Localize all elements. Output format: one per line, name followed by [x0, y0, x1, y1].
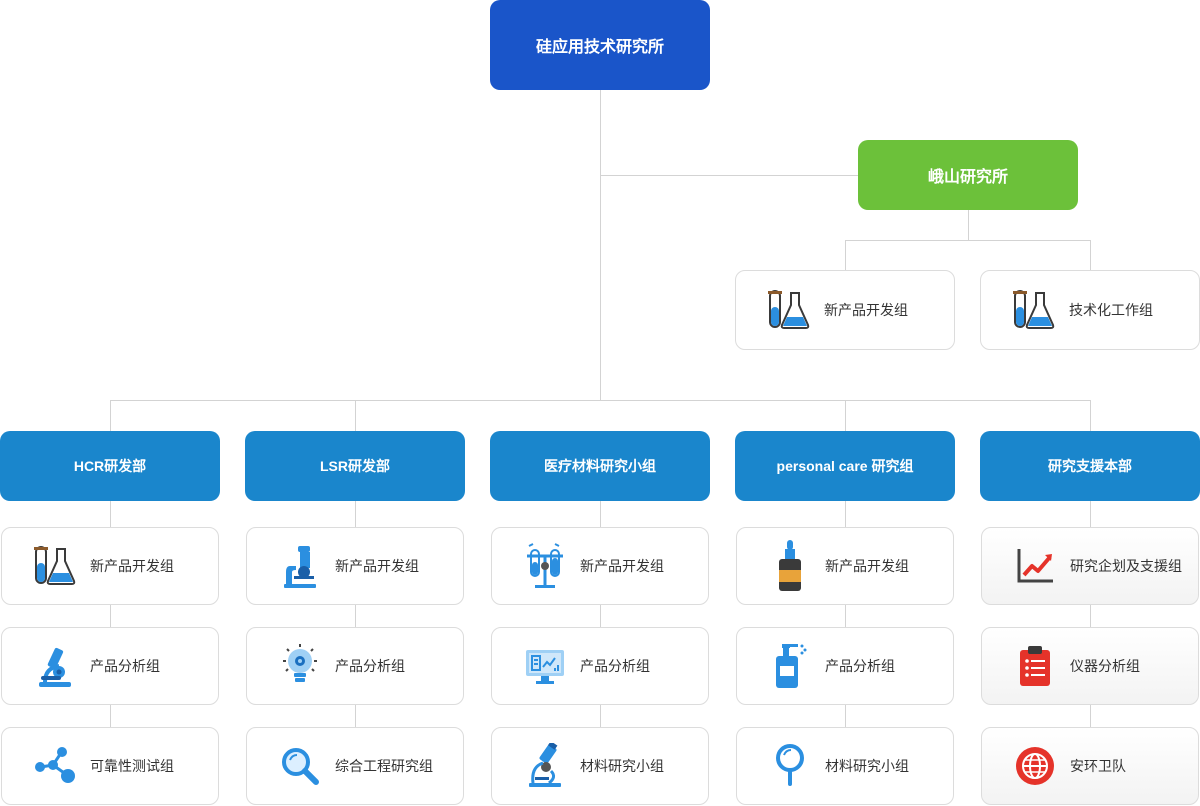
connector-dept-1	[110, 400, 111, 431]
connector-branch-down	[968, 210, 969, 240]
connector-dept-5	[1090, 400, 1091, 431]
connector-departments-bar	[110, 400, 1091, 401]
group-card: 仪器分析组	[981, 627, 1199, 705]
group-label: 产品分析组	[90, 658, 160, 674]
group-label: 安环卫队	[1070, 758, 1126, 774]
branch-group-card: 新产品开发组	[735, 270, 955, 350]
group-card: 安环卫队	[981, 727, 1199, 805]
magnifier-icon	[275, 741, 325, 791]
group-card: 产品分析组	[246, 627, 464, 705]
group-label: 新产品开发组	[580, 558, 664, 574]
department-node: LSR研发部	[245, 431, 465, 501]
group-card: 产品分析组	[491, 627, 709, 705]
group-label: 材料研究小组	[825, 758, 909, 774]
group-label: 仪器分析组	[1070, 658, 1140, 674]
test-tube-flask-icon	[1009, 285, 1059, 335]
group-label: 综合工程研究组	[335, 758, 433, 774]
group-label: 新产品开发组	[824, 302, 908, 318]
department-label: HCR研发部	[73, 458, 147, 474]
magnifier-icon	[765, 741, 815, 791]
group-label: 可靠性测试组	[90, 758, 174, 774]
connector-dept-2	[355, 400, 356, 431]
test-tube-flask-icon	[30, 541, 80, 591]
monitor-analysis-icon	[520, 641, 570, 691]
molecule-icon	[30, 741, 80, 791]
group-label: 产品分析组	[335, 658, 405, 674]
connector-root-branch	[600, 175, 858, 176]
department-label: personal care 研究组	[776, 458, 914, 474]
spray-bottle-icon	[765, 641, 815, 691]
group-label: 研究企划及支援组	[1070, 558, 1182, 574]
group-card: 新产品开发组	[491, 527, 709, 605]
group-label: 产品分析组	[825, 658, 895, 674]
department-node: 医疗材料研究小组	[490, 431, 710, 501]
connector-branch-bar	[845, 240, 1091, 241]
group-card: 新产品开发组	[246, 527, 464, 605]
root-label: 硅应用技术研究所	[535, 39, 664, 56]
group-card: 可靠性测试组	[1, 727, 219, 805]
department-label: 研究支援本部	[1048, 458, 1132, 474]
connector-branch-right	[1090, 240, 1091, 270]
clipboard-icon	[1010, 641, 1060, 691]
department-node: 研究支援本部	[980, 431, 1200, 501]
connector-branch-left	[845, 240, 846, 270]
group-label: 技术化工作组	[1069, 302, 1153, 318]
test-tubes-rack-icon	[520, 541, 570, 591]
group-card: 材料研究小组	[736, 727, 954, 805]
group-card: 材料研究小组	[491, 727, 709, 805]
group-card: 产品分析组	[1, 627, 219, 705]
group-card: 研究企划及支援组	[981, 527, 1199, 605]
group-card: 新产品开发组	[1, 527, 219, 605]
globe-icon	[1010, 741, 1060, 791]
department-node: HCR研发部	[0, 431, 220, 501]
dropper-bottle-icon	[765, 540, 815, 591]
microscope-icon	[275, 541, 325, 591]
lightbulb-gear-icon	[275, 641, 325, 691]
branch-node: 峨山研究所	[858, 140, 1078, 210]
group-card: 新产品开发组	[736, 527, 954, 605]
group-label: 新产品开发组	[90, 558, 174, 574]
department-node: personal care 研究组	[735, 431, 955, 501]
department-label: LSR研发部	[320, 458, 390, 474]
group-label: 产品分析组	[580, 658, 650, 674]
group-label: 新产品开发组	[825, 558, 909, 574]
department-label: 医疗材料研究小组	[544, 458, 656, 474]
group-label: 材料研究小组	[580, 758, 664, 774]
line-chart-icon	[1010, 541, 1060, 591]
connector-dept-4	[845, 400, 846, 431]
root-node: 硅应用技术研究所	[490, 0, 710, 90]
group-label: 新产品开发组	[335, 558, 419, 574]
branch-label: 峨山研究所	[927, 169, 1008, 186]
group-card: 产品分析组	[736, 627, 954, 705]
microscope-icon	[520, 741, 570, 791]
test-tube-flask-icon	[764, 285, 814, 335]
branch-group-card: 技术化工作组	[980, 270, 1200, 350]
connector-root-trunk	[600, 90, 601, 400]
group-card: 综合工程研究组	[246, 727, 464, 805]
microscope-icon	[30, 641, 80, 691]
